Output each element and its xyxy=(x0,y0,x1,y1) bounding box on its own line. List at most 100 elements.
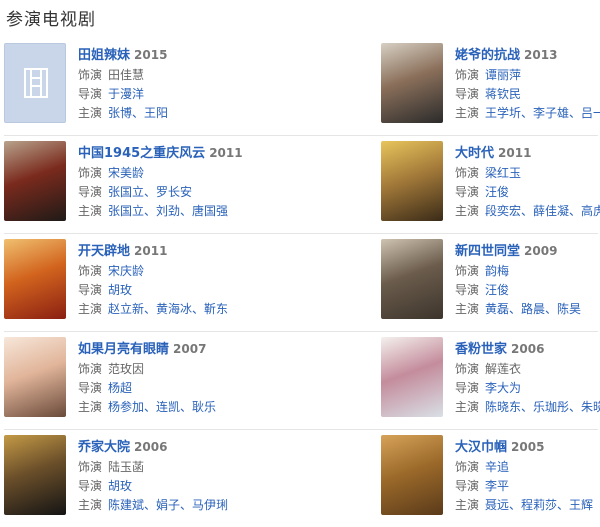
title-line: 乔家大院 2006 xyxy=(78,438,228,457)
poster-image[interactable] xyxy=(381,43,443,123)
poster-image[interactable] xyxy=(381,141,443,221)
drama-title-link[interactable]: 香粉世家 xyxy=(455,342,507,357)
role-line: 饰演 宋美龄 xyxy=(78,164,243,183)
director-line: 导演 蒋钦民 xyxy=(455,85,600,104)
drama-title-link[interactable]: 田姐辣妹 xyxy=(78,48,130,63)
director-value[interactable]: 李平 xyxy=(485,479,509,493)
role-label: 饰演 xyxy=(455,362,480,376)
poster-image[interactable] xyxy=(4,435,66,515)
drama-title-link[interactable]: 开天辟地 xyxy=(78,244,130,259)
cast-label: 主演 xyxy=(455,302,480,316)
drama-info: 中国1945之重庆风云 2011 饰演 宋美龄 导演 张国立、罗长安 主演 张国立、刘劲、唐国… xyxy=(78,144,243,221)
role-label: 饰演 xyxy=(78,460,103,474)
role-value[interactable]: 辛追 xyxy=(485,460,509,474)
drama-row: 田姐辣妹 2015 饰演 田佳慧 导演 于漫洋 主演 张博、王阳 姥爷的抗战 2013 饰演 谭丽萍导… xyxy=(4,38,600,136)
director-label: 导演 xyxy=(78,283,103,297)
director-value[interactable]: 李大为 xyxy=(485,381,521,395)
director-label: 导演 xyxy=(455,479,480,493)
cast-value[interactable]: 陈建斌、娟子、马伊琍 xyxy=(108,498,228,512)
director-value[interactable]: 汪俊 xyxy=(485,185,509,199)
director-value[interactable]: 胡玫 xyxy=(108,479,132,493)
cast-label: 主演 xyxy=(455,498,480,512)
director-value[interactable]: 于漫洋 xyxy=(108,87,144,101)
drama-title-link[interactable]: 姥爷的抗战 xyxy=(455,48,520,63)
role-value[interactable]: 谭丽萍 xyxy=(485,68,521,82)
director-value[interactable]: 张国立、罗长安 xyxy=(108,185,192,199)
poster-image[interactable] xyxy=(4,141,66,221)
drama-title-link[interactable]: 乔家大院 xyxy=(78,440,130,455)
director-value[interactable]: 蒋钦民 xyxy=(485,87,521,101)
drama-title-link[interactable]: 中国1945之重庆风云 xyxy=(78,146,205,161)
role-value: 解莲衣 xyxy=(485,362,522,376)
drama-year: 2011 xyxy=(134,244,168,258)
title-line: 新四世同堂 2009 xyxy=(455,242,581,261)
cast-value[interactable]: 张国立、刘劲、唐国强 xyxy=(108,204,228,218)
director-line: 导演 汪俊 xyxy=(455,281,581,300)
drama-card: 田姐辣妹 2015 饰演 田佳慧 导演 于漫洋 主演 张博、王阳 xyxy=(4,43,214,123)
cast-value[interactable]: 王学圻、李子雄、吕一 xyxy=(485,106,600,120)
film-icon xyxy=(24,68,48,98)
poster-image[interactable] xyxy=(381,239,443,319)
director-value[interactable]: 杨超 xyxy=(108,381,132,395)
director-label: 导演 xyxy=(78,87,103,101)
cast-value[interactable]: 聂远、程莉莎、王辉 xyxy=(485,498,593,512)
role-value[interactable]: 韵梅 xyxy=(485,264,509,278)
cast-value[interactable]: 赵立新、黄海冰、靳东 xyxy=(108,302,228,316)
poster-image[interactable] xyxy=(4,239,66,319)
drama-year: 2013 xyxy=(524,48,558,62)
cast-value[interactable]: 黄磊、路晨、陈昊 xyxy=(485,302,581,316)
drama-year: 2011 xyxy=(209,146,243,160)
drama-card: 姥爷的抗战 2013 饰演 谭丽萍 导演 蒋钦民 主演 王学圻、李子雄、吕一 xyxy=(381,43,600,123)
drama-row: 中国1945之重庆风云 2011 饰演 宋美龄 导演 张国立、罗长安 主演 张国立、刘劲、唐国… xyxy=(4,136,600,234)
cast-label: 主演 xyxy=(455,400,480,414)
drama-title-link[interactable]: 大汉巾帼 xyxy=(455,440,507,455)
director-line: 导演 胡玫 xyxy=(78,281,228,300)
cast-line: 主演 张国立、刘劲、唐国强 xyxy=(78,202,243,221)
role-line: 饰演 范玫因 xyxy=(78,360,216,379)
drama-card: 乔家大院 2006 饰演 陆玉菡 导演 胡玫 主演 陈建斌、娟子、马伊琍 xyxy=(4,435,228,515)
title-line: 中国1945之重庆风云 2011 xyxy=(78,144,243,163)
drama-title-link[interactable]: 大时代 xyxy=(455,146,494,161)
drama-row: 开天辟地 2011 饰演 宋庆龄 导演 胡玫 主演 赵立新、黄海冰、靳东 新四世同堂 2009 饰演… xyxy=(4,234,598,332)
drama-card: 大时代 2011 饰演 梁红玉 导演 汪俊 主演 段奕宏、薛佳凝、高虎 xyxy=(381,141,600,221)
drama-year: 2005 xyxy=(511,440,545,454)
drama-card: 香粉世家 2006 饰演解莲衣导演李大为主演陈晓东、乐珈彤、朱晓渔 xyxy=(381,337,600,417)
director-line: 导演 李平 xyxy=(455,477,593,496)
cast-value[interactable]: 陈晓东、乐珈彤、朱晓渔 xyxy=(485,400,600,414)
cast-line: 主演 张博、王阳 xyxy=(78,104,168,123)
role-line: 饰演 谭丽萍 xyxy=(455,66,600,85)
tv-drama-grid: 田姐辣妹 2015 饰演 田佳慧 导演 于漫洋 主演 张博、王阳 姥爷的抗战 2013 饰演 谭丽萍导… xyxy=(4,38,600,527)
cast-value[interactable]: 张博、王阳 xyxy=(108,106,168,120)
drama-info: 开天辟地 2011 饰演 宋庆龄 导演 胡玫 主演 赵立新、黄海冰、靳东 xyxy=(78,242,228,319)
drama-row: 如果月亮有眼睛 2007 饰演 范玫因 导演 杨超 主演 杨参加、连凯、耿乐 香粉世家 2006 饰… xyxy=(4,332,600,430)
role-value[interactable]: 梁红玉 xyxy=(485,166,521,180)
drama-info: 田姐辣妹 2015 饰演 田佳慧 导演 于漫洋 主演 张博、王阳 xyxy=(78,46,168,123)
role-value: 范玫因 xyxy=(108,362,145,376)
drama-title-link[interactable]: 如果月亮有眼睛 xyxy=(78,342,169,357)
poster-placeholder[interactable] xyxy=(4,43,66,123)
role-line: 饰演 陆玉菡 xyxy=(78,458,228,477)
role-value[interactable]: 宋美龄 xyxy=(108,166,144,180)
cast-value[interactable]: 段奕宏、薛佳凝、高虎 xyxy=(485,204,600,218)
role-line: 饰演 辛追 xyxy=(455,458,593,477)
role-label: 饰演 xyxy=(78,264,103,278)
drama-title-link[interactable]: 新四世同堂 xyxy=(455,244,520,259)
poster-image[interactable] xyxy=(381,435,443,515)
director-value[interactable]: 汪俊 xyxy=(485,283,509,297)
role-line: 饰演 解莲衣 xyxy=(455,360,600,379)
role-value[interactable]: 宋庆龄 xyxy=(108,264,144,278)
drama-year: 2007 xyxy=(173,342,207,356)
role-label: 饰演 xyxy=(455,68,480,82)
title-line: 开天辟地 2011 xyxy=(78,242,228,261)
cast-value[interactable]: 杨参加、连凯、耿乐 xyxy=(108,400,216,414)
director-line: 导演 汪俊 xyxy=(455,183,600,202)
poster-image[interactable] xyxy=(381,337,443,417)
role-line: 饰演 田佳慧 xyxy=(78,66,168,85)
poster-image[interactable] xyxy=(4,337,66,417)
director-value[interactable]: 胡玫 xyxy=(108,283,132,297)
role-label: 饰演 xyxy=(78,68,103,82)
director-line: 导演 李大为 xyxy=(455,379,600,398)
drama-card: 中国1945之重庆风云 2011 饰演 宋美龄 导演 张国立、罗长安 主演 张国立、刘劲、唐国… xyxy=(4,141,243,221)
drama-info: 姥爷的抗战 2013 饰演 谭丽萍 导演 蒋钦民 主演 王学圻、李子雄、吕一 xyxy=(455,46,600,123)
role-value: 田佳慧 xyxy=(108,68,145,82)
